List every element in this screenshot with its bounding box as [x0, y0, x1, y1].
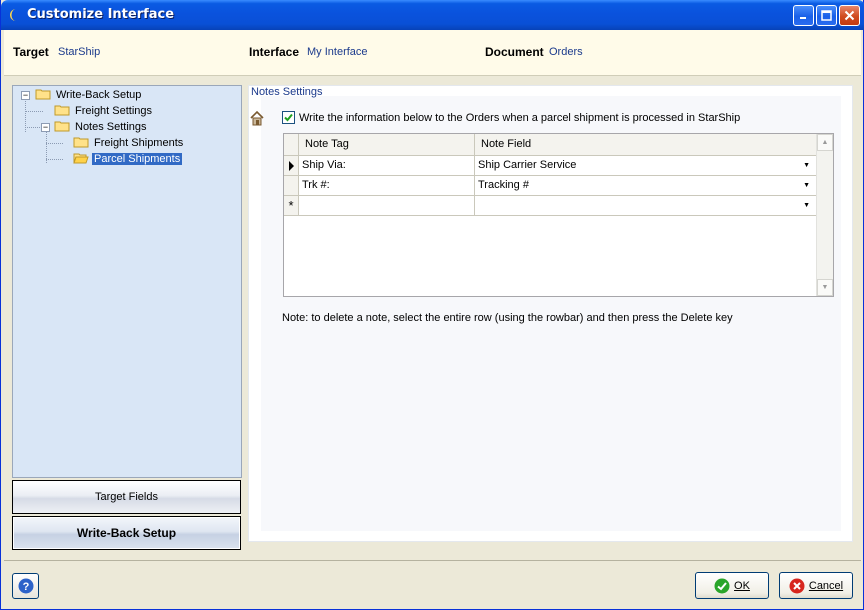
write-back-setup-button[interactable]: Write-Back Setup — [12, 516, 241, 550]
dropdown-arrow-icon[interactable]: ▼ — [803, 176, 810, 195]
ok-button[interactable]: OK — [695, 572, 769, 599]
table-cell-note-tag[interactable] — [299, 196, 475, 216]
tree-item-write-back-setup[interactable]: Write-Back Setup — [35, 87, 143, 103]
new-row-asterisk-icon: * — [288, 198, 294, 213]
cancel-circle-icon — [789, 578, 805, 593]
window-title: Customize Interface — [27, 7, 175, 22]
close-icon — [844, 10, 855, 21]
open-folder-icon — [73, 153, 89, 164]
new-row-selector[interactable]: * — [284, 196, 299, 216]
column-header-note-tag[interactable]: Note Tag — [299, 134, 475, 156]
check-circle-icon — [714, 578, 730, 593]
cell-value: Tracking # — [478, 179, 529, 191]
row-selector[interactable] — [284, 176, 299, 196]
folder-icon — [73, 137, 89, 148]
tree-line — [25, 101, 26, 132]
table-cell-note-field[interactable]: Tracking # ▼ — [475, 176, 817, 196]
write-info-checkbox-label[interactable]: Write the information below to the Order… — [299, 112, 740, 124]
dropdown-arrow-icon[interactable]: ▼ — [803, 156, 810, 175]
tree-label: Notes Settings — [75, 121, 147, 133]
folder-icon — [54, 121, 70, 132]
tree-item-freight-settings[interactable]: Freight Settings — [54, 103, 154, 119]
scroll-down-arrow-icon[interactable]: ▼ — [817, 279, 833, 296]
column-header-note-field[interactable]: Note Field — [475, 134, 817, 156]
interface-value: My Interface — [307, 46, 368, 58]
context-header: Target StarShip Interface My Interface D… — [4, 30, 861, 76]
section-title: Notes Settings — [251, 86, 323, 98]
table-cell-note-field[interactable]: Ship Carrier Service ▼ — [475, 156, 817, 176]
dropdown-arrow-icon[interactable]: ▼ — [803, 196, 810, 215]
tree-line — [26, 111, 43, 112]
close-button[interactable] — [839, 5, 860, 26]
target-fields-button[interactable]: Target Fields — [12, 480, 241, 514]
tree-item-notes-settings[interactable]: Notes Settings — [54, 119, 149, 135]
tree-label: Freight Settings — [75, 105, 153, 117]
table-cell-note-tag[interactable]: Ship Via: — [299, 156, 475, 176]
app-moon-icon — [10, 9, 16, 21]
notes-grid[interactable]: Note Tag Note Field Ship Via: Ship Carri… — [283, 133, 834, 297]
row-selector[interactable] — [284, 156, 299, 176]
house-icon — [250, 110, 264, 126]
ok-label: OK — [734, 579, 750, 592]
table-cell-note-field[interactable]: ▼ — [475, 196, 817, 216]
cell-value: Ship Carrier Service — [478, 159, 577, 171]
maximize-icon — [821, 10, 832, 21]
scroll-up-arrow-icon[interactable]: ▲ — [817, 134, 833, 151]
document-value: Orders — [549, 46, 583, 58]
tree-label: Write-Back Setup — [56, 89, 142, 101]
folder-icon — [35, 89, 51, 100]
cancel-button[interactable]: Cancel — [779, 572, 853, 599]
tree-label: Freight Shipments — [94, 137, 184, 149]
help-button[interactable]: ? — [12, 573, 39, 599]
tree-item-notes-parcel-shipments[interactable]: Parcel Shipments — [73, 151, 183, 167]
help-glyph: ? — [22, 581, 29, 593]
collapse-notes-icon[interactable]: − — [41, 123, 50, 132]
checkmark-icon — [284, 113, 293, 122]
help-icon: ? — [18, 578, 33, 594]
write-info-checkbox[interactable] — [282, 111, 295, 124]
tree-line — [46, 143, 63, 144]
settings-tree[interactable]: − Write-Back Setup Freight Settings − No… — [12, 85, 242, 478]
table-cell-note-tag[interactable]: Trk #: — [299, 176, 475, 196]
tree-item-notes-freight-shipments[interactable]: Freight Shipments — [73, 135, 185, 151]
customize-interface-window: Customize Interface Target StarShip Inte… — [0, 0, 864, 610]
document-label: Document — [485, 45, 544, 59]
maximize-button[interactable] — [816, 5, 837, 26]
cancel-label: Cancel — [808, 579, 844, 592]
minimize-button[interactable] — [793, 5, 814, 26]
current-row-icon — [289, 161, 294, 171]
folder-icon — [54, 105, 70, 116]
tree-label: Parcel Shipments — [92, 153, 183, 165]
footer-divider — [4, 560, 861, 561]
interface-label: Interface — [249, 45, 300, 59]
title-bar[interactable]: Customize Interface — [1, 0, 864, 30]
grid-corner — [284, 134, 299, 156]
delete-note-hint: Note: to delete a note, select the entir… — [282, 312, 733, 324]
collapse-write-back-icon[interactable]: − — [21, 91, 30, 100]
grid-vertical-scrollbar[interactable]: ▲ ▼ — [816, 134, 833, 296]
tree-line — [46, 159, 63, 160]
target-value: StarShip — [58, 46, 101, 58]
minimize-icon — [800, 17, 806, 19]
target-label: Target — [13, 45, 49, 59]
